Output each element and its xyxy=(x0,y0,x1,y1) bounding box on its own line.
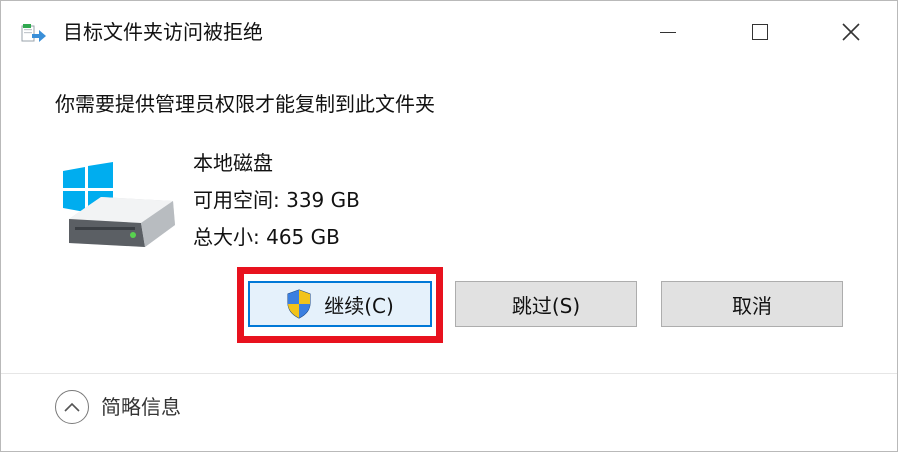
footer: 简略信息 xyxy=(1,374,897,451)
maximize-icon xyxy=(752,24,768,40)
continue-button[interactable]: 继续(C) xyxy=(248,281,432,327)
skip-button[interactable]: 跳过(S) xyxy=(455,281,637,327)
title-bar[interactable]: 目标文件夹访问被拒绝 xyxy=(1,1,897,63)
window-title: 目标文件夹访问被拒绝 xyxy=(63,20,263,44)
cancel-label: 取消 xyxy=(732,293,772,318)
close-button[interactable] xyxy=(828,1,874,63)
cancel-button[interactable]: 取消 xyxy=(661,281,843,327)
skip-label: 跳过(S) xyxy=(511,293,581,318)
minimize-button[interactable] xyxy=(645,1,691,63)
drive-info: 本地磁盘 可用空间: 339 GB 总大小: 465 GB xyxy=(193,145,360,256)
drive-name: 本地磁盘 xyxy=(193,151,273,175)
drive-free-space: 可用空间: 339 GB xyxy=(193,188,360,212)
continue-label: 继续(C) xyxy=(324,293,394,318)
drive-icon xyxy=(63,162,175,247)
dialog-window: 目标文件夹访问被拒绝 你需要提供管理员权限才能复制到此文件夹 本地磁盘 可用空间… xyxy=(0,0,898,452)
fewer-details-toggle[interactable]: 简略信息 xyxy=(55,390,181,424)
chevron-up-icon[interactable] xyxy=(55,390,89,424)
uac-shield-icon xyxy=(287,289,311,319)
close-icon xyxy=(842,23,860,41)
permission-message: 你需要提供管理员权限才能复制到此文件夹 xyxy=(55,92,435,116)
file-transfer-icon xyxy=(21,24,46,42)
maximize-button[interactable] xyxy=(737,1,783,63)
minimize-icon xyxy=(660,31,676,33)
fewer-details-label: 简略信息 xyxy=(101,395,181,419)
drive-total-size: 总大小: 465 GB xyxy=(193,225,340,249)
